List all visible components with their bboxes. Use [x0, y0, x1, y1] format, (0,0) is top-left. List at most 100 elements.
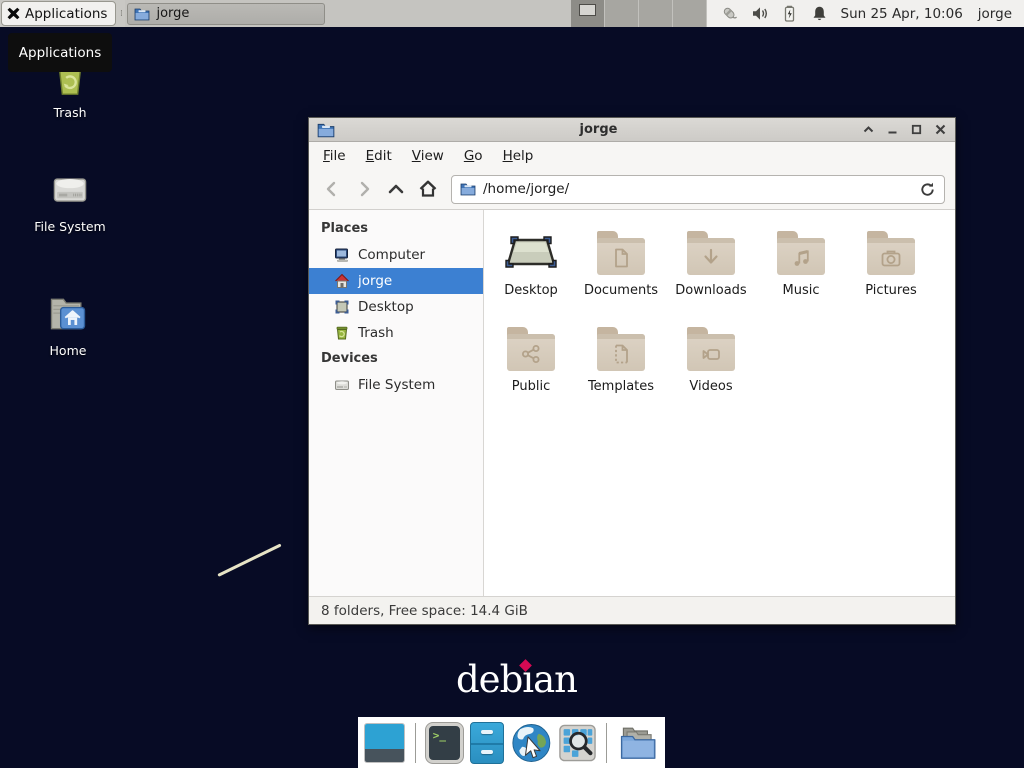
file-label: Templates: [588, 379, 654, 394]
template-page-glyph: [609, 342, 633, 366]
folder-icon: [597, 238, 645, 275]
file-item-desktop[interactable]: Desktop: [486, 224, 576, 307]
terminal-launcher[interactable]: >_: [426, 723, 464, 763]
reload-icon[interactable]: [919, 181, 936, 198]
toolbar: /home/jorge/: [309, 169, 955, 210]
page-glyph: [609, 246, 633, 270]
menu-help[interactable]: Help: [493, 144, 544, 168]
top-panel: Applications ⁞ jorge Sun 25 Apr, 10:06 j…: [0, 0, 1024, 27]
desktop-icon-label: Home: [50, 343, 87, 358]
folder-icon: [597, 334, 645, 371]
video-camera-glyph: [699, 342, 723, 366]
sidebar: Places Computer jorge Desktop Trash Devi…: [309, 210, 484, 596]
chevron-up-icon: [386, 179, 406, 199]
file-item-music[interactable]: Music: [756, 224, 846, 307]
taskbar-window-label: jorge: [156, 6, 189, 21]
sidebar-item-label: jorge: [358, 273, 392, 289]
file-item-videos[interactable]: Videos: [666, 320, 756, 403]
desktop-icon-label: File System: [34, 219, 106, 234]
workspace-window-thumbnail: [579, 4, 596, 16]
menu-view[interactable]: View: [402, 144, 454, 168]
sidebar-item-jorge[interactable]: jorge: [309, 268, 483, 294]
sidebar-item-file-system[interactable]: File System: [309, 372, 483, 398]
music-notes-glyph: [789, 246, 813, 270]
menu-edit[interactable]: Edit: [356, 144, 402, 168]
volume-icon[interactable]: [751, 5, 768, 22]
folder-icon: [507, 334, 555, 371]
workspace-1[interactable]: [571, 0, 605, 27]
file-item-documents[interactable]: Documents: [576, 224, 666, 307]
web-browser-launcher[interactable]: [511, 721, 552, 765]
workspace-2[interactable]: [605, 0, 639, 27]
taskbar-window-button[interactable]: jorge: [127, 3, 325, 25]
window-title: jorge: [335, 122, 862, 137]
hard-drive-icon: [46, 168, 94, 212]
titlebar[interactable]: jorge: [309, 118, 955, 142]
folder-icon: [687, 238, 735, 275]
window-folder-icon: [317, 122, 335, 138]
menu-file[interactable]: File: [313, 144, 356, 168]
file-manager-launcher[interactable]: [470, 722, 503, 764]
home-icon: [334, 273, 350, 289]
sidebar-item-desktop[interactable]: Desktop: [309, 294, 483, 320]
applications-menu-button[interactable]: Applications: [1, 1, 116, 26]
panel-grip-handle[interactable]: ⁞: [116, 0, 125, 27]
dock-separator: [606, 723, 607, 763]
maximize-button[interactable]: [910, 123, 923, 136]
home-icon: [418, 179, 438, 199]
down-arrow-glyph: [699, 246, 723, 270]
computer-icon: [334, 247, 350, 263]
back-button[interactable]: [319, 176, 345, 202]
file-list: Desktop Documents Downloads Music Pictur…: [484, 210, 955, 596]
location-path[interactable]: /home/jorge/: [483, 181, 912, 197]
forward-button[interactable]: [351, 176, 377, 202]
location-bar[interactable]: /home/jorge/: [451, 175, 945, 204]
desktop-icon-file-system[interactable]: File System: [22, 168, 118, 234]
desktop-icon-home[interactable]: Home: [20, 292, 116, 358]
system-tray: Sun 25 Apr, 10:06 jorge: [707, 0, 1024, 27]
menubar: File Edit View Go Help: [309, 142, 955, 169]
sidebar-item-trash[interactable]: Trash: [309, 320, 483, 346]
file-item-public[interactable]: Public: [486, 320, 576, 403]
file-label: Public: [512, 379, 550, 394]
sidebar-item-computer[interactable]: Computer: [309, 242, 483, 268]
status-text: 8 folders, Free space: 14.4 GiB: [321, 603, 528, 619]
xfce-logo-icon: [7, 7, 20, 20]
applications-tooltip: Applications: [8, 33, 112, 72]
file-item-pictures[interactable]: Pictures: [846, 224, 936, 307]
statusbar: 8 folders, Free space: 14.4 GiB: [309, 596, 955, 624]
close-button[interactable]: [934, 123, 947, 136]
sidebar-item-label: File System: [358, 377, 435, 393]
debian-logo-text: debian: [456, 658, 577, 701]
mouse-icon[interactable]: [721, 5, 738, 22]
applications-menu-label: Applications: [25, 6, 107, 22]
app-finder-launcher[interactable]: [559, 723, 596, 763]
show-desktop-button[interactable]: [364, 723, 405, 763]
chevron-left-icon: [322, 179, 342, 199]
battery-charging-icon[interactable]: [781, 5, 798, 22]
places-header: Places: [309, 216, 483, 242]
workspace-4[interactable]: [673, 0, 707, 27]
file-item-templates[interactable]: Templates: [576, 320, 666, 403]
bell-icon[interactable]: [811, 5, 828, 22]
folder-icon: [460, 182, 476, 196]
workspace-3[interactable]: [639, 0, 673, 27]
folder-icon: [777, 238, 825, 275]
file-label: Downloads: [675, 283, 746, 298]
folder-launcher[interactable]: [616, 723, 659, 763]
desktop-scribble-line: [217, 543, 281, 576]
user-menu[interactable]: jorge: [978, 6, 1012, 22]
sidebar-item-label: Desktop: [358, 299, 414, 315]
minimize-button[interactable]: [886, 123, 899, 136]
file-item-downloads[interactable]: Downloads: [666, 224, 756, 307]
dock-separator: [415, 723, 416, 763]
folder-icon: [867, 238, 915, 275]
home-button[interactable]: [415, 176, 441, 202]
up-button[interactable]: [383, 176, 409, 202]
shade-button[interactable]: [862, 123, 875, 136]
trash-icon: [334, 325, 350, 341]
menu-go[interactable]: Go: [454, 144, 493, 168]
dock: >_: [358, 717, 665, 768]
clock[interactable]: Sun 25 Apr, 10:06: [841, 6, 963, 22]
share-glyph: [519, 342, 543, 366]
